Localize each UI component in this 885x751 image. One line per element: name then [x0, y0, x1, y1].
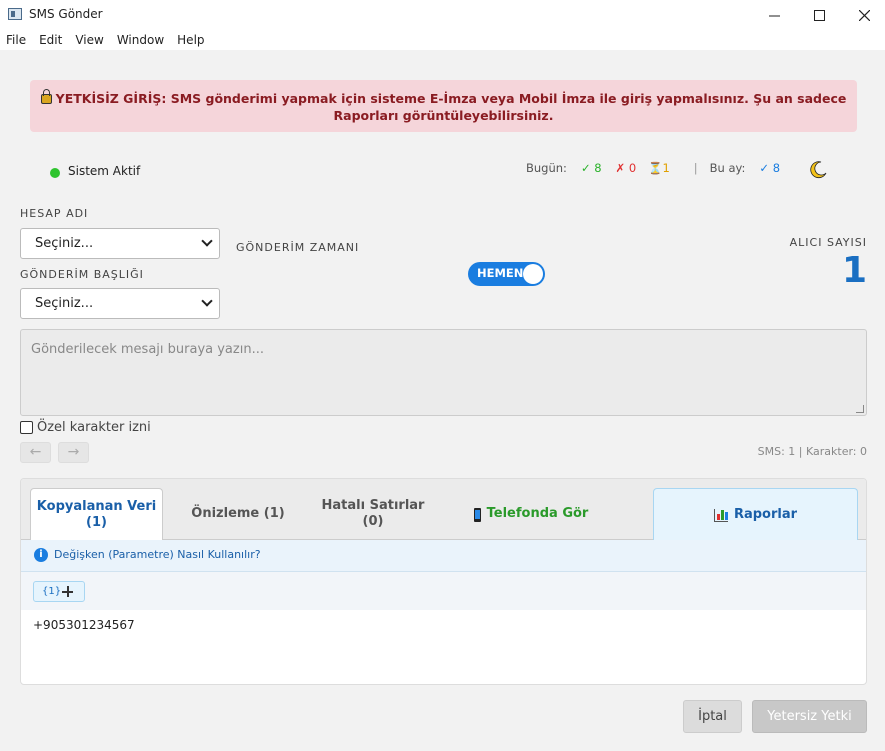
tab-error-rows-count: (0): [362, 514, 384, 529]
special-chars-label: Özel karakter izni: [37, 420, 151, 435]
maximize-icon: [813, 9, 825, 21]
tab-error-rows[interactable]: Hatalı Satırlar (0): [313, 488, 433, 540]
tab-phone-view[interactable]: Telefonda Gör: [441, 488, 621, 540]
header-select[interactable]: Seçiniz...: [20, 288, 220, 319]
menu-help[interactable]: Help: [177, 33, 204, 47]
minimize-icon: [768, 15, 780, 16]
status-dot-icon: [50, 168, 60, 178]
tab-preview[interactable]: Önizleme (1): [163, 488, 313, 540]
today-label: Bugün:: [526, 161, 567, 175]
sms-info: SMS: 1 | Karakter: 0: [757, 445, 867, 458]
account-label: HESAP ADI: [20, 207, 89, 220]
redo-button[interactable]: →: [58, 442, 89, 463]
menu-view[interactable]: View: [75, 33, 103, 47]
schedule-toggle[interactable]: HEMEN: [468, 262, 545, 286]
title-bar: SMS Gönder: [0, 0, 885, 30]
tab-copied-data-label: Kopyalanan Veri: [36, 498, 157, 514]
close-button[interactable]: [841, 0, 885, 30]
phone-icon: [473, 508, 481, 522]
parameter-row: {1}: [21, 572, 866, 610]
stats-separator: |: [693, 161, 698, 175]
undo-button[interactable]: ←: [20, 442, 51, 463]
window-title: SMS Gönder: [29, 7, 103, 21]
stats-bar: Bugün: ✓ 8 ✗ 0 ⏳1 | Bu ay: ✓ 8: [526, 161, 780, 175]
menu-bar: File Edit View Window Help: [0, 30, 885, 50]
recipient-count-label: ALICI SAYISI: [789, 236, 867, 249]
resize-handle-icon[interactable]: [856, 405, 864, 413]
data-panel: Kopyalanan Veri (1) Önizleme (1) Hatalı S…: [20, 478, 867, 685]
special-chars-checkbox[interactable]: [20, 421, 33, 434]
account-select-value: Seçiniz...: [35, 236, 94, 251]
tab-reports[interactable]: Raporlar: [653, 488, 858, 540]
info-icon: i: [34, 548, 48, 562]
tab-copied-data[interactable]: Kopyalanan Veri (1): [30, 488, 163, 540]
maximize-button[interactable]: [796, 0, 842, 30]
tab-bar: Kopyalanan Veri (1) Önizleme (1) Hatalı S…: [21, 479, 866, 540]
month-label: Bu ay:: [709, 161, 746, 175]
schedule-label: GÖNDERİM ZAMANI: [236, 241, 360, 254]
header-select-value: Seçiniz...: [35, 296, 94, 311]
tab-copied-data-count: (1): [86, 514, 107, 530]
menu-edit[interactable]: Edit: [39, 33, 62, 47]
system-status: Sistem Aktif: [68, 164, 141, 178]
parameter-chip-label: {1}: [42, 586, 62, 597]
chevron-down-icon: [201, 235, 213, 247]
tab-reports-label: Raporlar: [733, 506, 798, 522]
account-select[interactable]: Seçiniz...: [20, 228, 220, 259]
header-label: GÖNDERİM BAŞLIĞI: [20, 268, 144, 281]
parameter-chip[interactable]: {1}: [33, 581, 85, 602]
menu-window[interactable]: Window: [117, 33, 164, 47]
today-pending-count: ⏳1: [648, 161, 670, 175]
submit-button[interactable]: Yetersiz Yetki: [752, 700, 867, 733]
schedule-toggle-label: HEMEN: [477, 266, 524, 280]
message-placeholder: Gönderilecek mesajı buraya yazın...: [31, 342, 264, 357]
tab-phone-view-label: Telefonda Gör: [486, 506, 589, 521]
chevron-down-icon: [201, 295, 213, 307]
tab-error-rows-label: Hatalı Satırlar: [321, 498, 425, 513]
cancel-button[interactable]: İptal: [683, 700, 742, 733]
month-success-count: ✓ 8: [759, 161, 781, 175]
moon-icon[interactable]: [808, 160, 828, 180]
parameter-help-text: Değişken (Parametre) Nasıl Kullanılır?: [54, 548, 261, 561]
tab-preview-label: Önizleme (1): [191, 506, 285, 521]
message-input[interactable]: Gönderilecek mesajı buraya yazın...: [20, 329, 867, 416]
menu-file[interactable]: File: [6, 33, 26, 47]
minimize-button[interactable]: [751, 0, 797, 30]
data-row: +905301234567: [33, 618, 135, 632]
app-icon: [8, 8, 22, 20]
today-fail-count: ✗ 0: [615, 161, 637, 175]
parameter-help-link[interactable]: i Değişken (Parametre) Nasıl Kullanılır?: [21, 540, 866, 572]
toggle-knob: [523, 264, 543, 284]
lock-icon: [40, 89, 52, 104]
today-success-count: ✓ 8: [580, 161, 602, 175]
chart-icon: [713, 509, 728, 522]
recipient-count: 1: [841, 250, 867, 291]
close-icon: [858, 9, 870, 21]
alert-text: YETKİSİZ GİRİŞ: SMS gönderimi yapmak içi…: [55, 91, 847, 123]
unauthorized-alert: YETKİSİZ GİRİŞ: SMS gönderimi yapmak içi…: [30, 80, 857, 132]
move-icon: [62, 586, 73, 597]
